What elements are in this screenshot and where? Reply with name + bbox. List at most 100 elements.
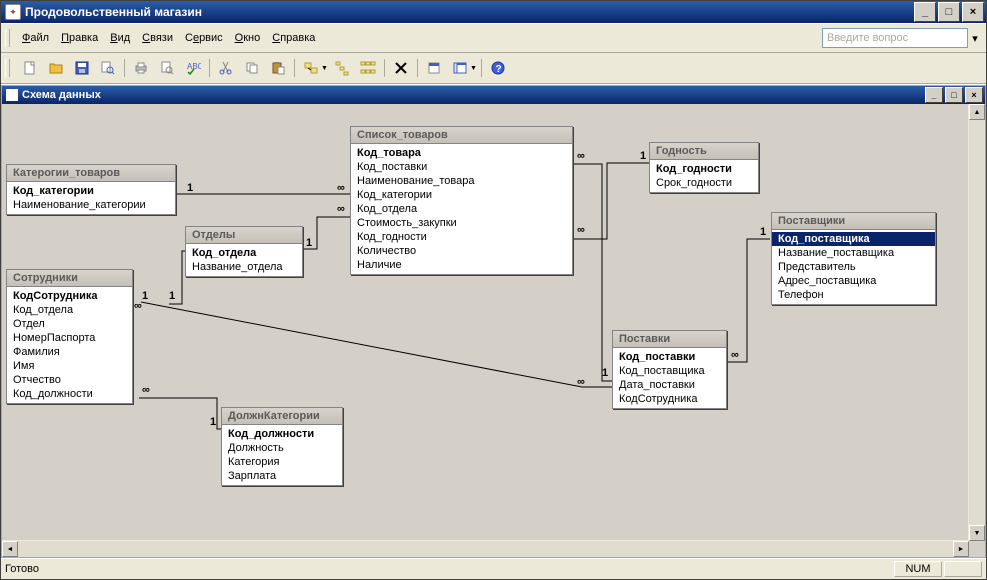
app-window: ✦ Продовольственный магазин _ □ × Файл П… <box>0 0 987 580</box>
menu-edit[interactable]: Правка <box>55 30 104 46</box>
scroll-left-button[interactable]: ◄ <box>2 541 18 557</box>
help-search-dropdown[interactable]: ▾ <box>968 28 982 48</box>
field[interactable]: Код_поставки <box>351 160 572 174</box>
help-search-input[interactable]: Введите вопрос <box>822 28 968 48</box>
menu-handle-icon[interactable] <box>5 29 10 47</box>
schema-close-button[interactable]: × <box>965 87 983 103</box>
schema-minimize-button[interactable]: _ <box>925 87 943 103</box>
spell-check-button[interactable]: ABC <box>181 56 205 80</box>
field-pk[interactable]: КодСотрудника <box>7 289 132 303</box>
field[interactable]: Фамилия <box>7 345 132 359</box>
field[interactable]: Код_годности <box>351 230 572 244</box>
field[interactable]: Стоимость_закупки <box>351 216 572 230</box>
copy-button[interactable] <box>240 56 264 80</box>
table-header[interactable]: Список_товаров <box>351 127 572 144</box>
show-all-button[interactable] <box>356 56 380 80</box>
field[interactable]: Наименование_категории <box>7 198 175 212</box>
schema-maximize-button[interactable]: □ <box>945 87 963 103</box>
scroll-track[interactable] <box>969 120 985 525</box>
scroll-track[interactable] <box>18 541 953 557</box>
table-employees[interactable]: Сотрудники КодСотрудника Код_отдела Отде… <box>6 269 133 404</box>
print-preview-button[interactable] <box>155 56 179 80</box>
menu-service[interactable]: Сервис <box>179 30 229 46</box>
table-suppliers[interactable]: Поставщики Код_поставщика Название_поста… <box>771 212 936 305</box>
horizontal-scrollbar[interactable]: ◄ ► <box>2 540 969 557</box>
menu-view[interactable]: Вид <box>104 30 136 46</box>
field[interactable]: Код_отдела <box>7 303 132 317</box>
maximize-button[interactable]: □ <box>938 2 960 22</box>
field[interactable]: Категория <box>222 455 342 469</box>
field[interactable]: Отдел <box>7 317 132 331</box>
menu-help[interactable]: Справка <box>266 30 321 46</box>
open-button[interactable] <box>44 56 68 80</box>
menu-relations[interactable]: Связи <box>136 30 179 46</box>
paste-button[interactable] <box>266 56 290 80</box>
field-pk[interactable]: Код_отдела <box>186 246 302 260</box>
field[interactable]: Код_должности <box>7 387 132 401</box>
table-positions[interactable]: ДолжнКатегории Код_должности Должность К… <box>221 407 343 486</box>
table-goods[interactable]: Список_товаров Код_товара Код_поставки Н… <box>350 126 573 275</box>
field-pk-selected[interactable]: Код_поставщика <box>772 232 935 246</box>
delete-button[interactable] <box>389 56 413 80</box>
search-file-button[interactable] <box>96 56 120 80</box>
scroll-down-button[interactable]: ▼ <box>969 525 985 541</box>
field[interactable]: Название_поставщика <box>772 246 935 260</box>
field-pk[interactable]: Код_товара <box>351 146 572 160</box>
field-pk[interactable]: Код_должности <box>222 427 342 441</box>
field[interactable]: Наименование_товара <box>351 174 572 188</box>
field[interactable]: Срок_годности <box>650 176 758 190</box>
field[interactable]: Количество <box>351 244 572 258</box>
show-table-dropdown[interactable]: ▼ <box>321 65 328 72</box>
schema-canvas[interactable]: 1 ∞ 1 ∞ 1 ∞ ∞ 1 ∞ 1 ∞ 1 1 ∞ ∞ 1 Катероги… <box>2 104 985 557</box>
field[interactable]: КодСотрудника <box>613 392 726 406</box>
help-button[interactable]: ? <box>486 56 510 80</box>
field-pk[interactable]: Код_поставки <box>613 350 726 364</box>
table-categories[interactable]: Катерогии_товаров Код_категории Наименов… <box>6 164 176 215</box>
field[interactable]: Код_поставщика <box>613 364 726 378</box>
table-header[interactable]: ДолжнКатегории <box>222 408 342 425</box>
field[interactable]: Отчество <box>7 373 132 387</box>
table-shelf-life[interactable]: Годность Код_годности Срок_годности <box>649 142 759 193</box>
menu-file[interactable]: Файл <box>16 30 55 46</box>
field[interactable]: Имя <box>7 359 132 373</box>
table-departments[interactable]: Отделы Код_отдела Название_отдела <box>185 226 303 277</box>
menu-window[interactable]: Окно <box>229 30 267 46</box>
field[interactable]: Дата_поставки <box>613 378 726 392</box>
field-pk[interactable]: Код_годности <box>650 162 758 176</box>
toolbar-handle-icon[interactable] <box>5 59 10 77</box>
field-pk[interactable]: Код_категории <box>7 184 175 198</box>
database-window-dropdown[interactable]: ▼ <box>470 65 477 72</box>
scroll-up-button[interactable]: ▲ <box>969 104 985 120</box>
field[interactable]: Представитель <box>772 260 935 274</box>
table-deliveries[interactable]: Поставки Код_поставки Код_поставщика Дат… <box>612 330 727 409</box>
field[interactable]: НомерПаспорта <box>7 331 132 345</box>
titlebar[interactable]: ✦ Продовольственный магазин _ □ × <box>1 1 986 23</box>
table-header[interactable]: Отделы <box>186 227 302 244</box>
new-button[interactable] <box>18 56 42 80</box>
save-button[interactable] <box>70 56 94 80</box>
field[interactable]: Должность <box>222 441 342 455</box>
vertical-scrollbar[interactable]: ▲ ▼ <box>968 104 985 541</box>
field[interactable]: Зарплата <box>222 469 342 483</box>
field[interactable]: Наличие <box>351 258 572 272</box>
field[interactable]: Телефон <box>772 288 935 302</box>
table-header[interactable]: Сотрудники <box>7 270 132 287</box>
new-object-button[interactable] <box>422 56 446 80</box>
show-direct-button[interactable] <box>330 56 354 80</box>
close-button[interactable]: × <box>962 2 984 22</box>
show-table-button[interactable] <box>299 56 323 80</box>
table-header[interactable]: Годность <box>650 143 758 160</box>
scroll-right-button[interactable]: ► <box>953 541 969 557</box>
cut-button[interactable] <box>214 56 238 80</box>
field[interactable]: Название_отдела <box>186 260 302 274</box>
print-button[interactable] <box>129 56 153 80</box>
schema-titlebar[interactable]: Схема данных _ □ × <box>2 86 985 104</box>
database-window-button[interactable] <box>448 56 472 80</box>
table-header[interactable]: Поставщики <box>772 213 935 230</box>
table-header[interactable]: Катерогии_товаров <box>7 165 175 182</box>
minimize-button[interactable]: _ <box>914 2 936 22</box>
field[interactable]: Адрес_поставщика <box>772 274 935 288</box>
field[interactable]: Код_отдела <box>351 202 572 216</box>
table-header[interactable]: Поставки <box>613 331 726 348</box>
field[interactable]: Код_категории <box>351 188 572 202</box>
